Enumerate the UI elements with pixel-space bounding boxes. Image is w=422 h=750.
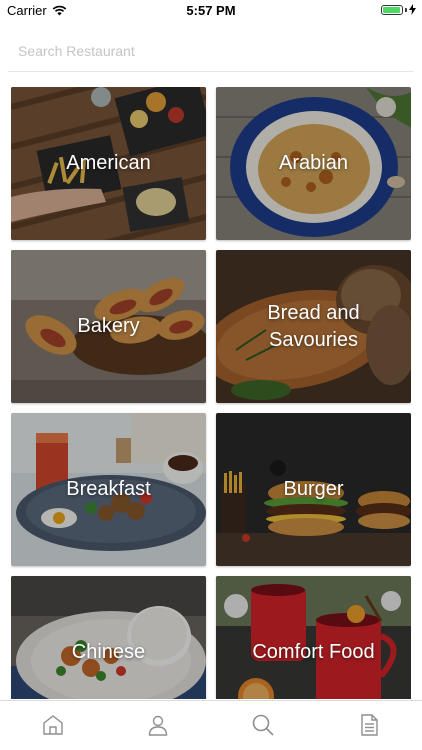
tab-home[interactable] (41, 713, 65, 737)
search-bar (0, 28, 422, 72)
category-label: Comfort Food (252, 641, 375, 663)
search-icon (252, 714, 274, 736)
category-tile-bakery[interactable]: Bakery (11, 250, 206, 403)
tab-search[interactable] (251, 713, 275, 737)
status-bar: Carrier 5:57 PM (0, 0, 422, 22)
document-icon (361, 714, 378, 736)
category-label: Bread and Savouries (267, 301, 360, 351)
home-icon (43, 715, 63, 735)
status-time: 5:57 PM (186, 3, 236, 18)
category-label: American (66, 152, 151, 174)
tab-profile[interactable] (146, 713, 170, 737)
search-divider (8, 71, 414, 72)
search-input[interactable] (8, 32, 414, 70)
battery-icon (381, 4, 403, 15)
category-label: Bakery (77, 315, 140, 337)
category-tile-arabian[interactable]: Arabian (216, 87, 411, 240)
category-tile-breakfast[interactable]: Breakfast (11, 413, 206, 566)
charging-bolt-icon (409, 4, 416, 15)
category-tile-chinese[interactable]: Chinese (11, 576, 206, 699)
battery-indicator (381, 4, 416, 15)
category-label: Arabian (279, 152, 348, 174)
category-tile-comfort-food[interactable]: Comfort Food (216, 576, 411, 699)
category-tile-bread-and-savouries[interactable]: Bread and Savouries (216, 250, 411, 403)
category-label: Chinese (71, 641, 146, 663)
category-label: Burger (283, 478, 344, 500)
tab-orders[interactable] (357, 713, 381, 737)
tab-bar (0, 700, 422, 750)
user-icon (148, 715, 168, 736)
category-label: Breakfast (66, 478, 151, 500)
category-grid: American Arabian Bakery Bread and Savour… (11, 87, 411, 699)
category-tile-american[interactable]: American (11, 87, 206, 240)
category-tile-burger[interactable]: Burger (216, 413, 411, 566)
